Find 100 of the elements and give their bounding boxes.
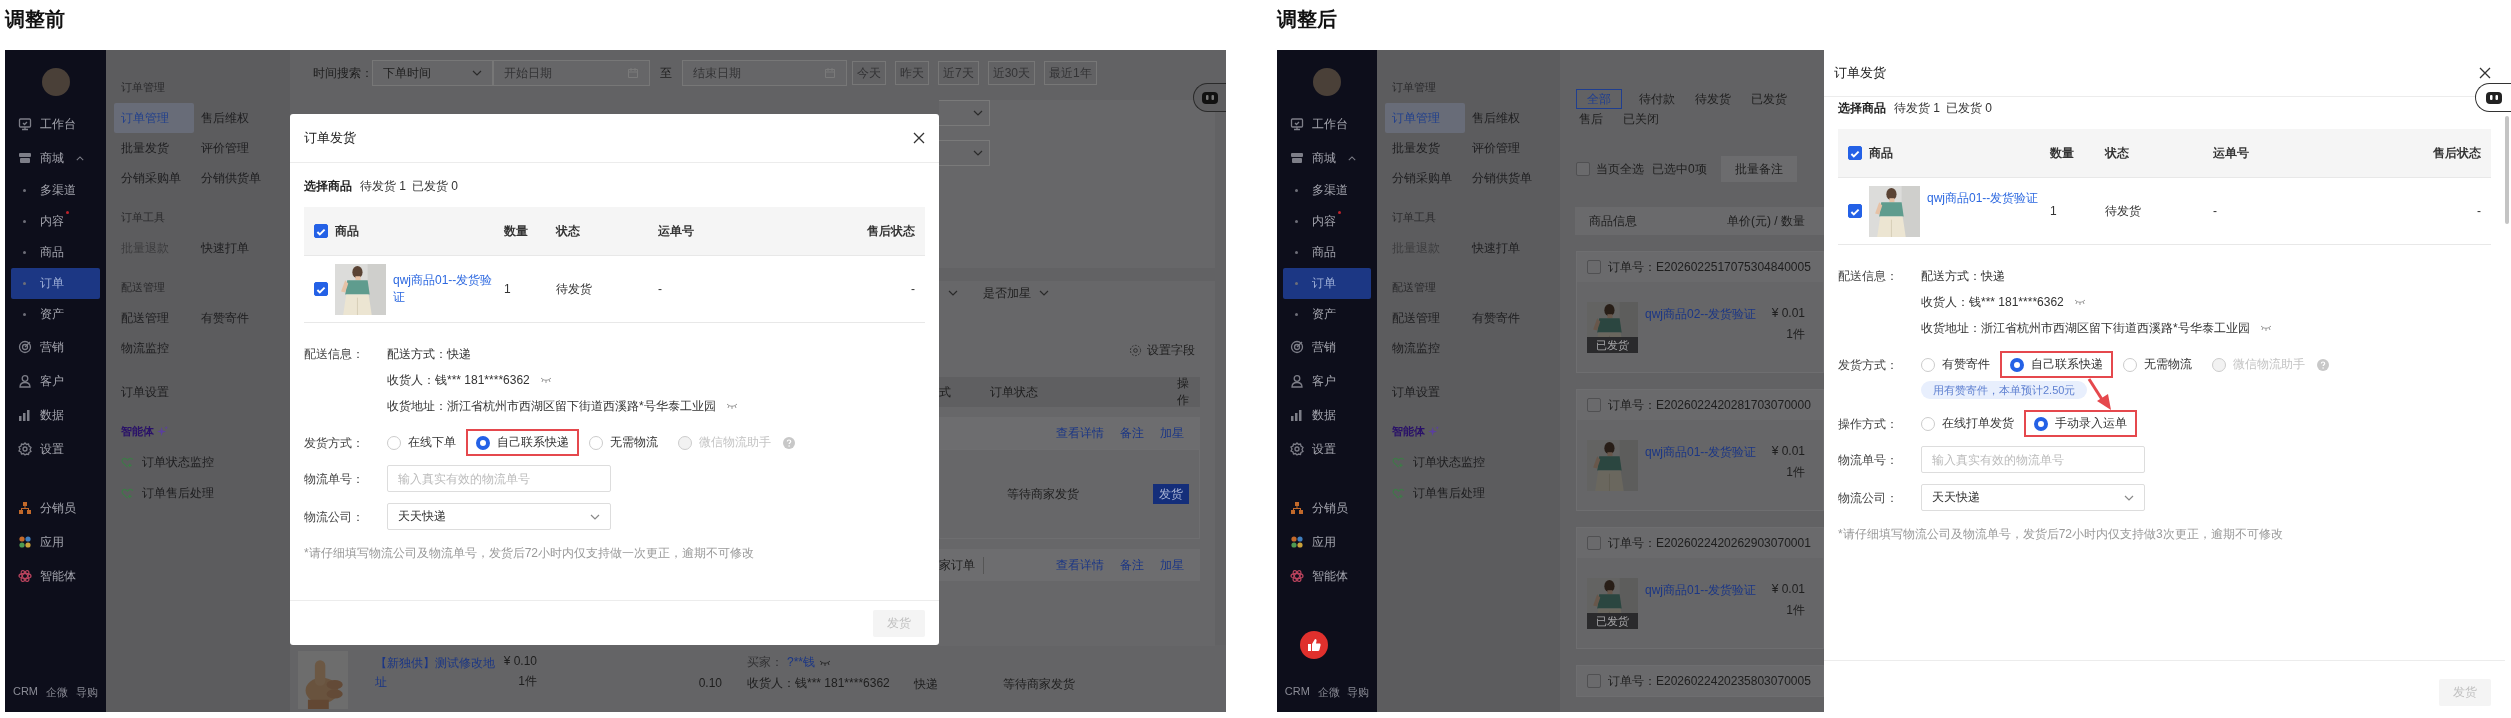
field-settings-link[interactable]: 设置字段 [1129, 342, 1195, 359]
bullet-icon [1295, 282, 1298, 285]
nav-item[interactable]: 数据 [5, 398, 106, 432]
like-button[interactable] [1300, 631, 1328, 659]
status-tab[interactable]: 已关闭 [1620, 109, 1662, 129]
order-action-link[interactable]: 备注 [1120, 556, 1144, 574]
radio-option[interactable]: 自己联系快递 [466, 429, 579, 456]
radio-option[interactable]: 有赞寄件 [1911, 351, 2000, 378]
nav-item[interactable]: 应用 [5, 525, 106, 559]
dropdown-field[interactable] [939, 140, 990, 166]
closed-eye-icon[interactable] [539, 376, 552, 384]
menu-item[interactable]: 有赞寄件 [194, 303, 278, 333]
order-action-link[interactable]: 查看详情 [1056, 424, 1104, 442]
order-action-link[interactable]: 加星 [1160, 556, 1184, 574]
nav-item[interactable]: 营销 [1277, 330, 1377, 364]
avatar[interactable] [41, 68, 70, 96]
product-link[interactable]: qwj商品01--发货验证 [1645, 582, 1757, 599]
footer-tab[interactable]: 企微 [1317, 685, 1340, 700]
closed-eye-icon[interactable] [819, 658, 831, 667]
nav-item[interactable]: 多渠道 [1283, 175, 1371, 206]
menu-item[interactable]: 订单管理 [1385, 103, 1465, 133]
product-link[interactable]: 【新独供】测试修改地址 [375, 654, 497, 692]
select-all-checkbox[interactable]: 当页全选 [1576, 160, 1644, 178]
closed-eye-icon[interactable] [2259, 324, 2272, 332]
close-icon[interactable] [913, 132, 925, 144]
nav-item[interactable]: 智能体 [1277, 559, 1377, 593]
order-action-link[interactable]: 查看详情 [1056, 556, 1104, 574]
nav-item[interactable]: 内容 [11, 206, 100, 237]
nav-item[interactable]: 资产 [1283, 299, 1371, 330]
nav-item[interactable]: 商城 [5, 141, 106, 175]
close-icon[interactable] [2479, 67, 2491, 79]
nav-item[interactable]: 营销 [5, 330, 106, 364]
radio-option[interactable]: 在线下单 [377, 429, 466, 456]
closed-eye-icon[interactable] [725, 402, 738, 410]
status-tab[interactable]: 全部 [1576, 89, 1622, 109]
nav-item[interactable]: 商品 [1283, 237, 1371, 268]
tracking-number-field[interactable]: 输入真实有效的物流单号 [387, 465, 611, 492]
checkbox[interactable] [1848, 146, 1862, 160]
product-link[interactable]: qwj商品01--发货验证 [1927, 189, 2039, 207]
dropdown-field[interactable] [939, 100, 990, 126]
product-link[interactable]: qwj商品02--发货验证 [1645, 306, 1757, 323]
carrier-select[interactable]: 天天快递 [1921, 484, 2145, 511]
avatar[interactable] [1313, 68, 1341, 96]
radio-option[interactable]: 无需物流 [579, 429, 668, 456]
checkbox[interactable] [1587, 536, 1601, 550]
status-tab[interactable]: 待发货 [1692, 89, 1734, 109]
footer-tab[interactable]: 导购 [1347, 685, 1370, 700]
menu-item[interactable]: 分销采购单 [114, 163, 194, 193]
checkbox[interactable] [314, 224, 328, 238]
product-link[interactable]: qwj商品01--发货验证 [393, 272, 499, 306]
nav-item[interactable]: 订单 [11, 268, 100, 299]
menu-item[interactable]: 订单管理 [114, 103, 194, 133]
batch-note-button[interactable]: 批量备注 [1720, 156, 1797, 182]
nav-item[interactable]: 数据 [1277, 398, 1377, 432]
column-header: 数量 [2050, 144, 2075, 162]
checkbox[interactable] [1587, 260, 1601, 274]
closed-eye-icon[interactable] [2073, 298, 2086, 306]
product-link[interactable]: qwj商品01--发货验证 [1645, 444, 1757, 461]
buyer-link[interactable]: ?**钱 [787, 654, 815, 671]
nav-item[interactable]: 工作台 [1277, 107, 1377, 141]
menu-item[interactable]: 分销采购单 [1385, 163, 1465, 193]
nav-item[interactable]: 客户 [5, 364, 106, 398]
radio-option[interactable]: 自己联系快递 [2000, 351, 2113, 378]
order-action-link[interactable]: 备注 [1120, 424, 1144, 442]
nav-item[interactable]: 客户 [1277, 364, 1377, 398]
nav-item[interactable]: 分销员 [1277, 491, 1377, 525]
footer-tab[interactable]: CRM [13, 685, 39, 700]
footer-tab[interactable]: 导购 [76, 685, 98, 700]
order-action-link[interactable]: 加星 [1160, 424, 1184, 442]
checkbox[interactable] [1587, 398, 1601, 412]
star-filter[interactable]: 是否加星 [983, 284, 1049, 302]
nav-item[interactable]: 应用 [1277, 525, 1377, 559]
radio-option[interactable]: 手动录入运单 [2024, 410, 2137, 437]
carrier-select[interactable]: 天天快递 [387, 503, 611, 530]
status-tab[interactable]: 已发货 [1748, 89, 1790, 109]
assistant-button[interactable] [2475, 83, 2511, 112]
nav-item[interactable]: 订单 [1283, 268, 1371, 299]
status-tab[interactable]: 待付款 [1636, 89, 1678, 109]
footer-tab[interactable]: CRM [1284, 685, 1310, 700]
time-type-select[interactable]: 下单时间 [372, 60, 493, 86]
nav-item[interactable]: 设置 [1277, 432, 1377, 466]
checkbox[interactable] [314, 282, 328, 296]
tracking-number-field[interactable]: 输入真实有效的物流单号 [1921, 446, 2145, 473]
nav-item[interactable]: 资产 [11, 299, 100, 330]
radio-option[interactable]: 在线打单发货 [1911, 410, 2024, 437]
checkbox[interactable] [1587, 674, 1601, 688]
nav-item[interactable]: 商城 [1277, 141, 1377, 175]
nav-item[interactable]: 设置 [5, 432, 106, 466]
nav-item[interactable]: 商品 [11, 237, 100, 268]
nav-item[interactable]: 分销员 [5, 491, 106, 525]
nav-item[interactable]: 智能体 [5, 559, 106, 593]
checkbox[interactable] [1848, 204, 1862, 218]
menu-item[interactable]: 有赞寄件 [1465, 303, 1549, 333]
nav-item[interactable]: 多渠道 [11, 175, 100, 206]
ship-button[interactable]: 发货 [1153, 484, 1189, 504]
nav-item[interactable]: 工作台 [5, 107, 106, 141]
status-tab[interactable]: 售后 [1576, 109, 1606, 129]
nav-item[interactable]: 内容 [1283, 206, 1371, 237]
radio-option[interactable]: 无需物流 [2113, 351, 2202, 378]
footer-tab[interactable]: 企微 [46, 685, 68, 700]
